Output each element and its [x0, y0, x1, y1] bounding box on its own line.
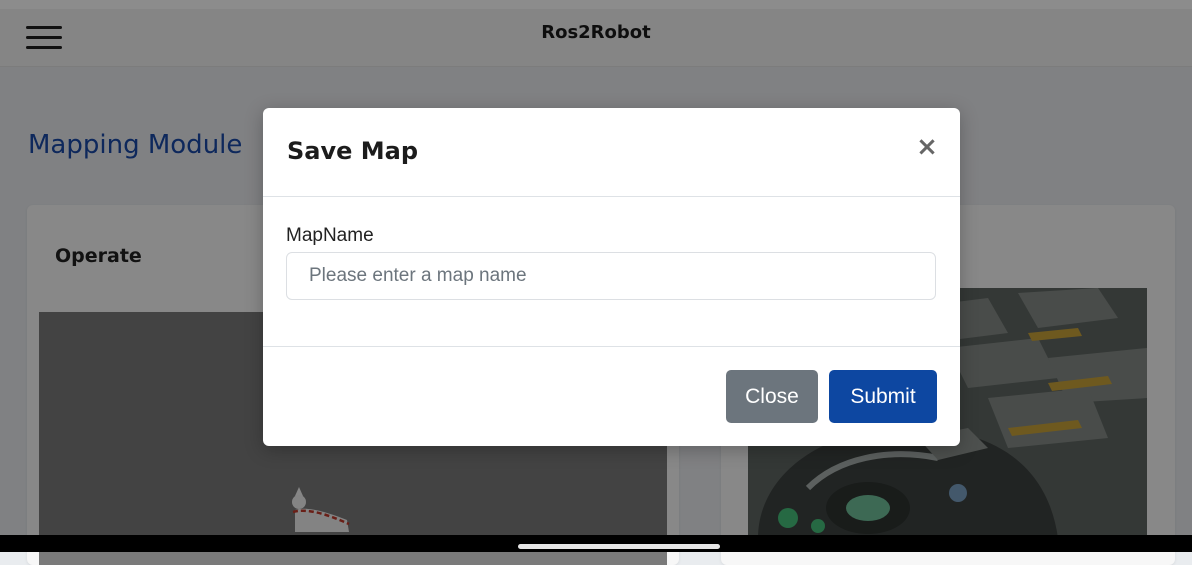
map-name-label: MapName: [286, 225, 374, 246]
map-name-input[interactable]: [286, 252, 936, 300]
close-button[interactable]: Close: [726, 370, 818, 423]
close-icon[interactable]: ×: [913, 133, 941, 161]
save-map-dialog: Save Map × MapName Close Submit: [263, 108, 960, 446]
bottom-bar: [0, 535, 1192, 552]
dialog-header: Save Map ×: [263, 108, 960, 197]
dialog-body: MapName: [263, 197, 960, 347]
home-indicator[interactable]: [518, 544, 720, 549]
dialog-title: Save Map: [287, 137, 419, 165]
submit-button[interactable]: Submit: [829, 370, 937, 423]
